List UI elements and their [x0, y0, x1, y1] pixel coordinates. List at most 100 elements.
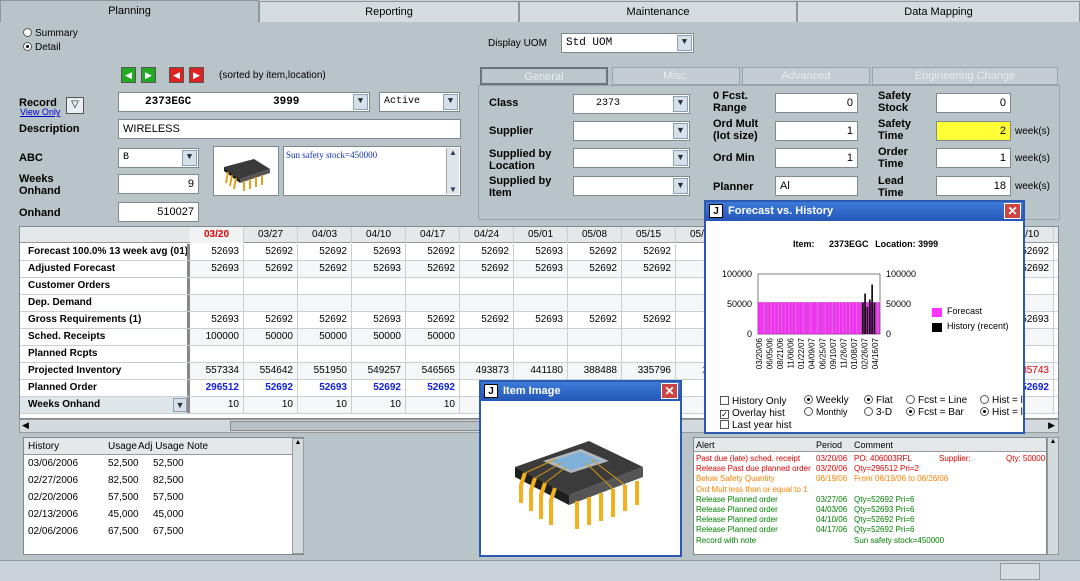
- monthly-radio[interactable]: Monthly: [804, 407, 848, 417]
- period-header[interactable]: 03/27: [244, 227, 298, 243]
- grid-cell[interactable]: 52692: [406, 312, 460, 328]
- grid-cell[interactable]: [406, 295, 460, 311]
- supplied-by-item-select[interactable]: ▼: [573, 176, 690, 196]
- grid-cell[interactable]: 10: [244, 397, 298, 413]
- fcst-range-field[interactable]: 0: [775, 93, 858, 113]
- grid-cell[interactable]: [622, 346, 676, 362]
- grid-row-label[interactable]: Planned Rcpts: [20, 346, 190, 362]
- grid-cell[interactable]: 52692: [244, 312, 298, 328]
- grid-cell[interactable]: [406, 346, 460, 362]
- view-only-link[interactable]: View Only: [20, 107, 60, 117]
- chevron-down-icon[interactable]: ▼: [443, 94, 458, 110]
- grid-cell[interactable]: 52693: [352, 261, 406, 277]
- grid-cell[interactable]: 52692: [406, 380, 460, 396]
- scroll-right-icon[interactable]: ▶: [1048, 420, 1055, 431]
- supplier-select[interactable]: ▼: [573, 121, 690, 141]
- grid-cell[interactable]: [190, 278, 244, 294]
- grid-cell[interactable]: 10: [406, 397, 460, 413]
- grid-cell[interactable]: 52692: [406, 261, 460, 277]
- period-header[interactable]: 03/20: [190, 227, 244, 243]
- grid-cell[interactable]: 557334: [190, 363, 244, 379]
- grid-cell[interactable]: [190, 295, 244, 311]
- weeks-onhand-field[interactable]: 9: [118, 174, 199, 194]
- grid-cell[interactable]: [514, 346, 568, 362]
- grid-cell[interactable]: [460, 295, 514, 311]
- alert-row[interactable]: Below Safety Quantity 06/19/06 From 06/19/…: [694, 474, 1046, 484]
- grid-row-label[interactable]: Gross Requirements (1): [20, 312, 190, 328]
- history-row[interactable]: 02/27/2006 82,500 82,500: [24, 472, 304, 489]
- alerts-table[interactable]: Alert Period Comment Past due (late) sch…: [693, 437, 1047, 555]
- grid-cell[interactable]: 52692: [568, 244, 622, 260]
- grid-cell[interactable]: 52692: [460, 312, 514, 328]
- prev-record-button[interactable]: ◀: [169, 67, 184, 83]
- grid-cell[interactable]: 52692: [298, 261, 352, 277]
- scroll-down-icon[interactable]: ▼: [447, 185, 459, 194]
- grid-cell[interactable]: 52692: [244, 380, 298, 396]
- planner-field[interactable]: Al: [775, 176, 858, 196]
- grid-cell[interactable]: [622, 295, 676, 311]
- grid-cell[interactable]: [568, 295, 622, 311]
- chevron-down-icon[interactable]: ▼: [677, 35, 692, 51]
- grid-cell[interactable]: 388488: [568, 363, 622, 379]
- grid-cell[interactable]: 52693: [190, 261, 244, 277]
- class-select[interactable]: 2373 ▼: [573, 94, 690, 114]
- grid-cell[interactable]: 52692: [244, 261, 298, 277]
- chevron-down-icon[interactable]: ▼: [673, 178, 688, 194]
- grid-cell[interactable]: [568, 329, 622, 345]
- overlay-hist-checkbox[interactable]: ✓ Overlay hist: [720, 408, 785, 419]
- grid-cell[interactable]: 551950: [298, 363, 352, 379]
- grid-row-label[interactable]: Adjusted Forecast: [20, 261, 190, 277]
- grid-cell[interactable]: [514, 278, 568, 294]
- grid-cell[interactable]: 441180: [514, 363, 568, 379]
- detail-radio[interactable]: Detail: [23, 42, 61, 53]
- last-record-button[interactable]: ▶: [189, 67, 204, 83]
- grid-row-label[interactable]: Weeks Onhand: [20, 397, 190, 413]
- subtab-advanced[interactable]: Advanced: [742, 67, 870, 85]
- subtab-misc[interactable]: Misc.: [612, 67, 740, 85]
- grid-cell[interactable]: [622, 329, 676, 345]
- grid-cell[interactable]: [298, 346, 352, 362]
- history-table[interactable]: History Usage Adj Usage Note 03/06/2006 5…: [23, 437, 304, 555]
- grid-cell[interactable]: [406, 278, 460, 294]
- grid-cell[interactable]: 52692: [622, 261, 676, 277]
- grid-row-label[interactable]: Forecast 100.0% 13 week avg (01): [20, 244, 190, 260]
- tab-data-mapping[interactable]: Data Mapping: [797, 1, 1080, 22]
- alert-row[interactable]: Ord Mult less than or equal to 1: [694, 485, 1046, 495]
- hist-line-radio[interactable]: Hist = l: [980, 395, 1023, 406]
- chevron-down-icon[interactable]: ▼: [353, 94, 368, 110]
- history-only-checkbox[interactable]: History Only: [720, 396, 786, 407]
- grid-cell[interactable]: 549257: [352, 363, 406, 379]
- grid-cell[interactable]: 52693: [352, 312, 406, 328]
- forecast-titlebar[interactable]: J Forecast vs. History ✕: [706, 202, 1023, 221]
- subtab-general[interactable]: General: [480, 67, 608, 85]
- grid-cell[interactable]: 10: [352, 397, 406, 413]
- grid-cell[interactable]: 50000: [352, 329, 406, 345]
- summary-radio[interactable]: Summary: [23, 28, 78, 39]
- hist-bar-radio[interactable]: Hist = l: [980, 407, 1023, 418]
- grid-cell[interactable]: 52692: [460, 244, 514, 260]
- grid-cell[interactable]: [460, 346, 514, 362]
- grid-cell[interactable]: 10: [190, 397, 244, 413]
- alert-row[interactable]: Release Planned order 04/17/06 Qty=52692 P…: [694, 525, 1046, 535]
- history-row[interactable]: 02/20/2006 57,500 57,500: [24, 489, 304, 506]
- grid-cell[interactable]: [568, 346, 622, 362]
- grid-cell[interactable]: [622, 278, 676, 294]
- item-thumbnail[interactable]: [213, 146, 279, 196]
- grid-cell[interactable]: [460, 329, 514, 345]
- grid-cell[interactable]: 296512: [190, 380, 244, 396]
- order-time-field[interactable]: 1: [936, 148, 1011, 168]
- grid-cell[interactable]: 100000: [190, 329, 244, 345]
- grid-cell[interactable]: [352, 278, 406, 294]
- history-row[interactable]: 02/06/2006 67,500 67,500: [24, 523, 304, 540]
- fcst-line-radio[interactable]: Fcst = Line: [906, 395, 967, 406]
- next-record-button[interactable]: ▶: [141, 67, 156, 83]
- item-image-titlebar[interactable]: J Item Image ✕: [481, 382, 680, 401]
- flat-radio[interactable]: Flat: [864, 395, 893, 406]
- first-record-button[interactable]: ◀: [121, 67, 136, 83]
- grid-cell[interactable]: 52693: [352, 244, 406, 260]
- status-select[interactable]: Active ▼: [379, 92, 460, 112]
- grid-cell[interactable]: 52692: [298, 244, 352, 260]
- alert-row[interactable]: Release Planned order 03/27/06 Qty=52692 P…: [694, 495, 1046, 505]
- grid-cell[interactable]: 52693: [514, 244, 568, 260]
- alert-row[interactable]: Record with note Sun safety stock=450000: [694, 536, 1046, 546]
